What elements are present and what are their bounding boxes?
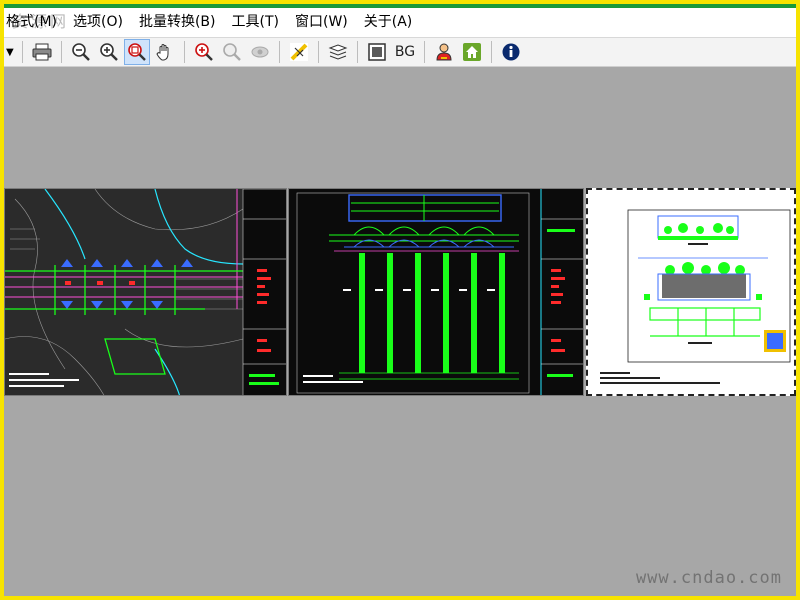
view-eye-icon[interactable] <box>247 39 273 65</box>
background-toggle-icon[interactable]: BG <box>392 44 418 60</box>
toolbar: ▼ BG <box>4 37 796 67</box>
user-icon[interactable] <box>431 39 457 65</box>
menu-about[interactable]: 关于(A) <box>356 8 421 36</box>
info-icon[interactable] <box>498 39 524 65</box>
toolbar-separator <box>491 41 492 63</box>
layout-icon[interactable] <box>364 39 390 65</box>
toolbar-separator <box>184 41 185 63</box>
dropdown-arrow-icon[interactable]: ▼ <box>6 39 16 65</box>
menu-format[interactable]: 格式(M) <box>4 8 65 36</box>
print-preview-sheet[interactable] <box>586 188 796 396</box>
toolbar-separator <box>61 41 62 63</box>
zoom-out-icon[interactable] <box>68 39 94 65</box>
menu-bar: 格式(M) 选项(O) 批量转换(B) 工具(T) 窗口(W) 关于(A) <box>4 8 796 36</box>
zoom-realtime-icon[interactable] <box>219 39 245 65</box>
elevation-sheet[interactable] <box>288 188 584 396</box>
toolbar-separator <box>357 41 358 63</box>
zoom-in-icon[interactable] <box>96 39 122 65</box>
toolbar-separator <box>279 41 280 63</box>
zoom-window-icon[interactable] <box>124 39 150 65</box>
toolbar-separator <box>424 41 425 63</box>
printer-icon[interactable] <box>29 39 55 65</box>
zoom-extents-icon[interactable] <box>191 39 217 65</box>
toolbar-separator <box>318 41 319 63</box>
measure-icon[interactable] <box>286 39 312 65</box>
home-icon[interactable] <box>459 39 485 65</box>
watermark-bottom: www.cndao.com <box>635 568 782 588</box>
menu-options[interactable]: 选项(O) <box>65 8 131 36</box>
menu-window[interactable]: 窗口(W) <box>287 8 356 36</box>
menu-batch-convert[interactable]: 批量转换(B) <box>131 8 224 36</box>
toolbar-separator <box>22 41 23 63</box>
menu-tools[interactable]: 工具(T) <box>224 8 287 36</box>
pan-hand-icon[interactable] <box>152 39 178 65</box>
layers-icon[interactable] <box>325 39 351 65</box>
drawing-workspace[interactable]: www.cndao.com <box>4 67 796 596</box>
plan-sheet[interactable] <box>4 188 287 396</box>
